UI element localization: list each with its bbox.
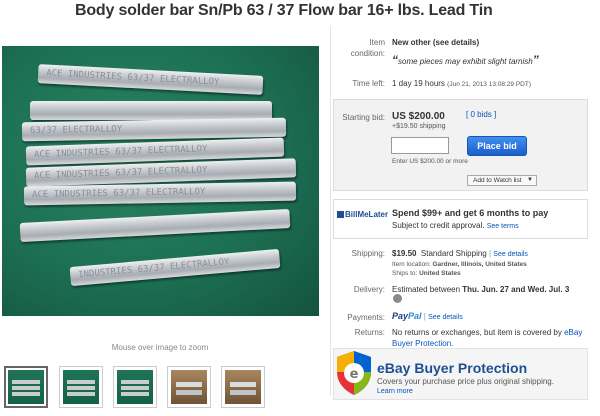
separator: |	[488, 249, 492, 258]
buyer-protection-title: eBay Buyer Protection	[377, 360, 528, 376]
condition-value-text: New other (see details)	[392, 38, 480, 47]
thumbnail-image	[171, 370, 207, 404]
delivery-value: Estimated between Thu. Jun. 27 and Wed. …	[392, 284, 569, 295]
promo-sub-text: Subject to credit approval.	[392, 221, 485, 230]
close-quote-icon: ”	[532, 53, 539, 67]
paypal-logo-b: Pal	[408, 311, 422, 321]
solder-bar: ACE INDUSTRIES 63/37 ELECTRALLOY	[37, 64, 264, 95]
logo-mark-icon	[337, 211, 344, 218]
delivery-text: Estimated between	[392, 285, 461, 294]
thumbnail-4[interactable]	[167, 366, 211, 408]
ships-to-value: United States	[419, 270, 461, 277]
solder-bar	[30, 101, 272, 120]
condition-note: “some pieces may exhibit slight tarnish”	[392, 53, 539, 67]
item-location-label: Item location:	[392, 261, 431, 268]
separator: |	[423, 312, 426, 321]
thumbnail-image	[117, 370, 153, 404]
delivery-label: Delivery:	[353, 285, 385, 294]
svg-text:e: e	[350, 367, 359, 382]
time-left-text: 1 day 19 hours	[392, 79, 445, 88]
time-left-label: Time left:	[352, 79, 385, 88]
zoom-caption: Mouse over image to zoom	[111, 343, 209, 352]
thumbnail-2[interactable]	[59, 366, 103, 408]
payments-label: Payments:	[347, 313, 385, 322]
shield-icon: e	[337, 351, 371, 395]
min-bid-note: Enter US $200.00 or more	[392, 158, 468, 165]
condition-note-text: some pieces may exhibit slight tarnish	[398, 57, 533, 66]
payments-value: PayPal | See details	[392, 311, 463, 323]
logo-text: BillMeLater	[345, 210, 389, 219]
listing-title: Body solder bar Sn/Pb 63 / 37 Flow bar 1…	[75, 2, 493, 19]
bill-me-later-logo: BillMeLater	[337, 210, 388, 219]
shipping-method: Standard Shipping	[420, 249, 487, 258]
shipping-details-link[interactable]: See details	[493, 251, 528, 258]
shipping-label: Shipping:	[351, 249, 385, 258]
learn-more-link[interactable]: Learn more	[377, 388, 413, 395]
returns-label: Returns:	[354, 328, 385, 337]
item-photo-area: ACE INDUSTRIES 63/37 ELECTRALLOY 63/37 E…	[0, 30, 320, 330]
solder-bar: INDUSTRIES 63/37 ELECTRALLOY	[69, 248, 281, 287]
item-location-value: Gardner, Illinois, United States	[432, 261, 527, 268]
solder-bar: ACE INDUSTRIES 63/37 ELECTRALLOY	[23, 181, 297, 206]
solder-bar	[19, 208, 291, 243]
bid-amount-input[interactable]	[391, 137, 449, 154]
watch-list-button[interactable]: Add to Watch list ▼	[467, 175, 537, 186]
thumbnail-image	[8, 370, 44, 404]
thumbnail-image	[63, 370, 99, 404]
time-left-value: 1 day 19 hours (Jun 21, 2013 13:08:29 PD…	[392, 78, 531, 90]
bid-shipping-note: +$19.50 shipping	[392, 123, 446, 130]
main-item-photo[interactable]: ACE INDUSTRIES 63/37 ELECTRALLOY 63/37 E…	[2, 46, 319, 316]
buyer-protection-sub: Covers your purchase price plus original…	[377, 377, 554, 386]
condition-label: Item condition:	[350, 38, 385, 58]
returns-value: No returns or exchanges, but item is cov…	[392, 327, 587, 349]
thumbnail-5[interactable]	[221, 366, 265, 408]
bids-count-link[interactable]: [ 0 bids ]	[466, 110, 496, 119]
see-terms-link[interactable]: See terms	[487, 223, 519, 230]
payments-details-link[interactable]: See details	[428, 314, 463, 321]
column-divider	[330, 26, 331, 396]
bill-me-later-promo	[333, 199, 588, 239]
info-icon[interactable]	[393, 294, 402, 303]
thumbnail-1[interactable]	[4, 366, 48, 408]
paypal-logo: PayPal	[392, 311, 422, 321]
promo-headline: Spend $99+ and get 6 months to pay	[392, 208, 549, 218]
condition-value: New other (see details)	[392, 37, 479, 48]
thumbnail-3[interactable]	[113, 366, 157, 408]
shipping-price: $19.50	[392, 249, 417, 258]
watch-list-label: Add to Watch list	[473, 177, 522, 184]
ships-to: Ships to: United States	[392, 268, 461, 279]
thumbnail-image	[225, 370, 261, 404]
solder-bar: 63/37 ELECTRALLOY	[21, 117, 287, 142]
delivery-dates: Thu. Jun. 27 and Wed. Jul. 3	[462, 285, 570, 294]
chevron-down-icon: ▼	[527, 177, 533, 183]
starting-bid-value: US $200.00	[392, 111, 445, 122]
ships-to-label: Ships to:	[392, 270, 418, 277]
starting-bid-label: Starting bid:	[342, 113, 385, 122]
returns-text: No returns or exchanges, but item is cov…	[392, 328, 562, 337]
paypal-logo-a: Pay	[392, 311, 409, 321]
place-bid-button[interactable]: Place bid	[467, 136, 527, 156]
promo-sub: Subject to credit approval. See terms	[392, 221, 519, 230]
time-left-date: (Jun 21, 2013 13:08:29 PDT)	[447, 81, 532, 88]
